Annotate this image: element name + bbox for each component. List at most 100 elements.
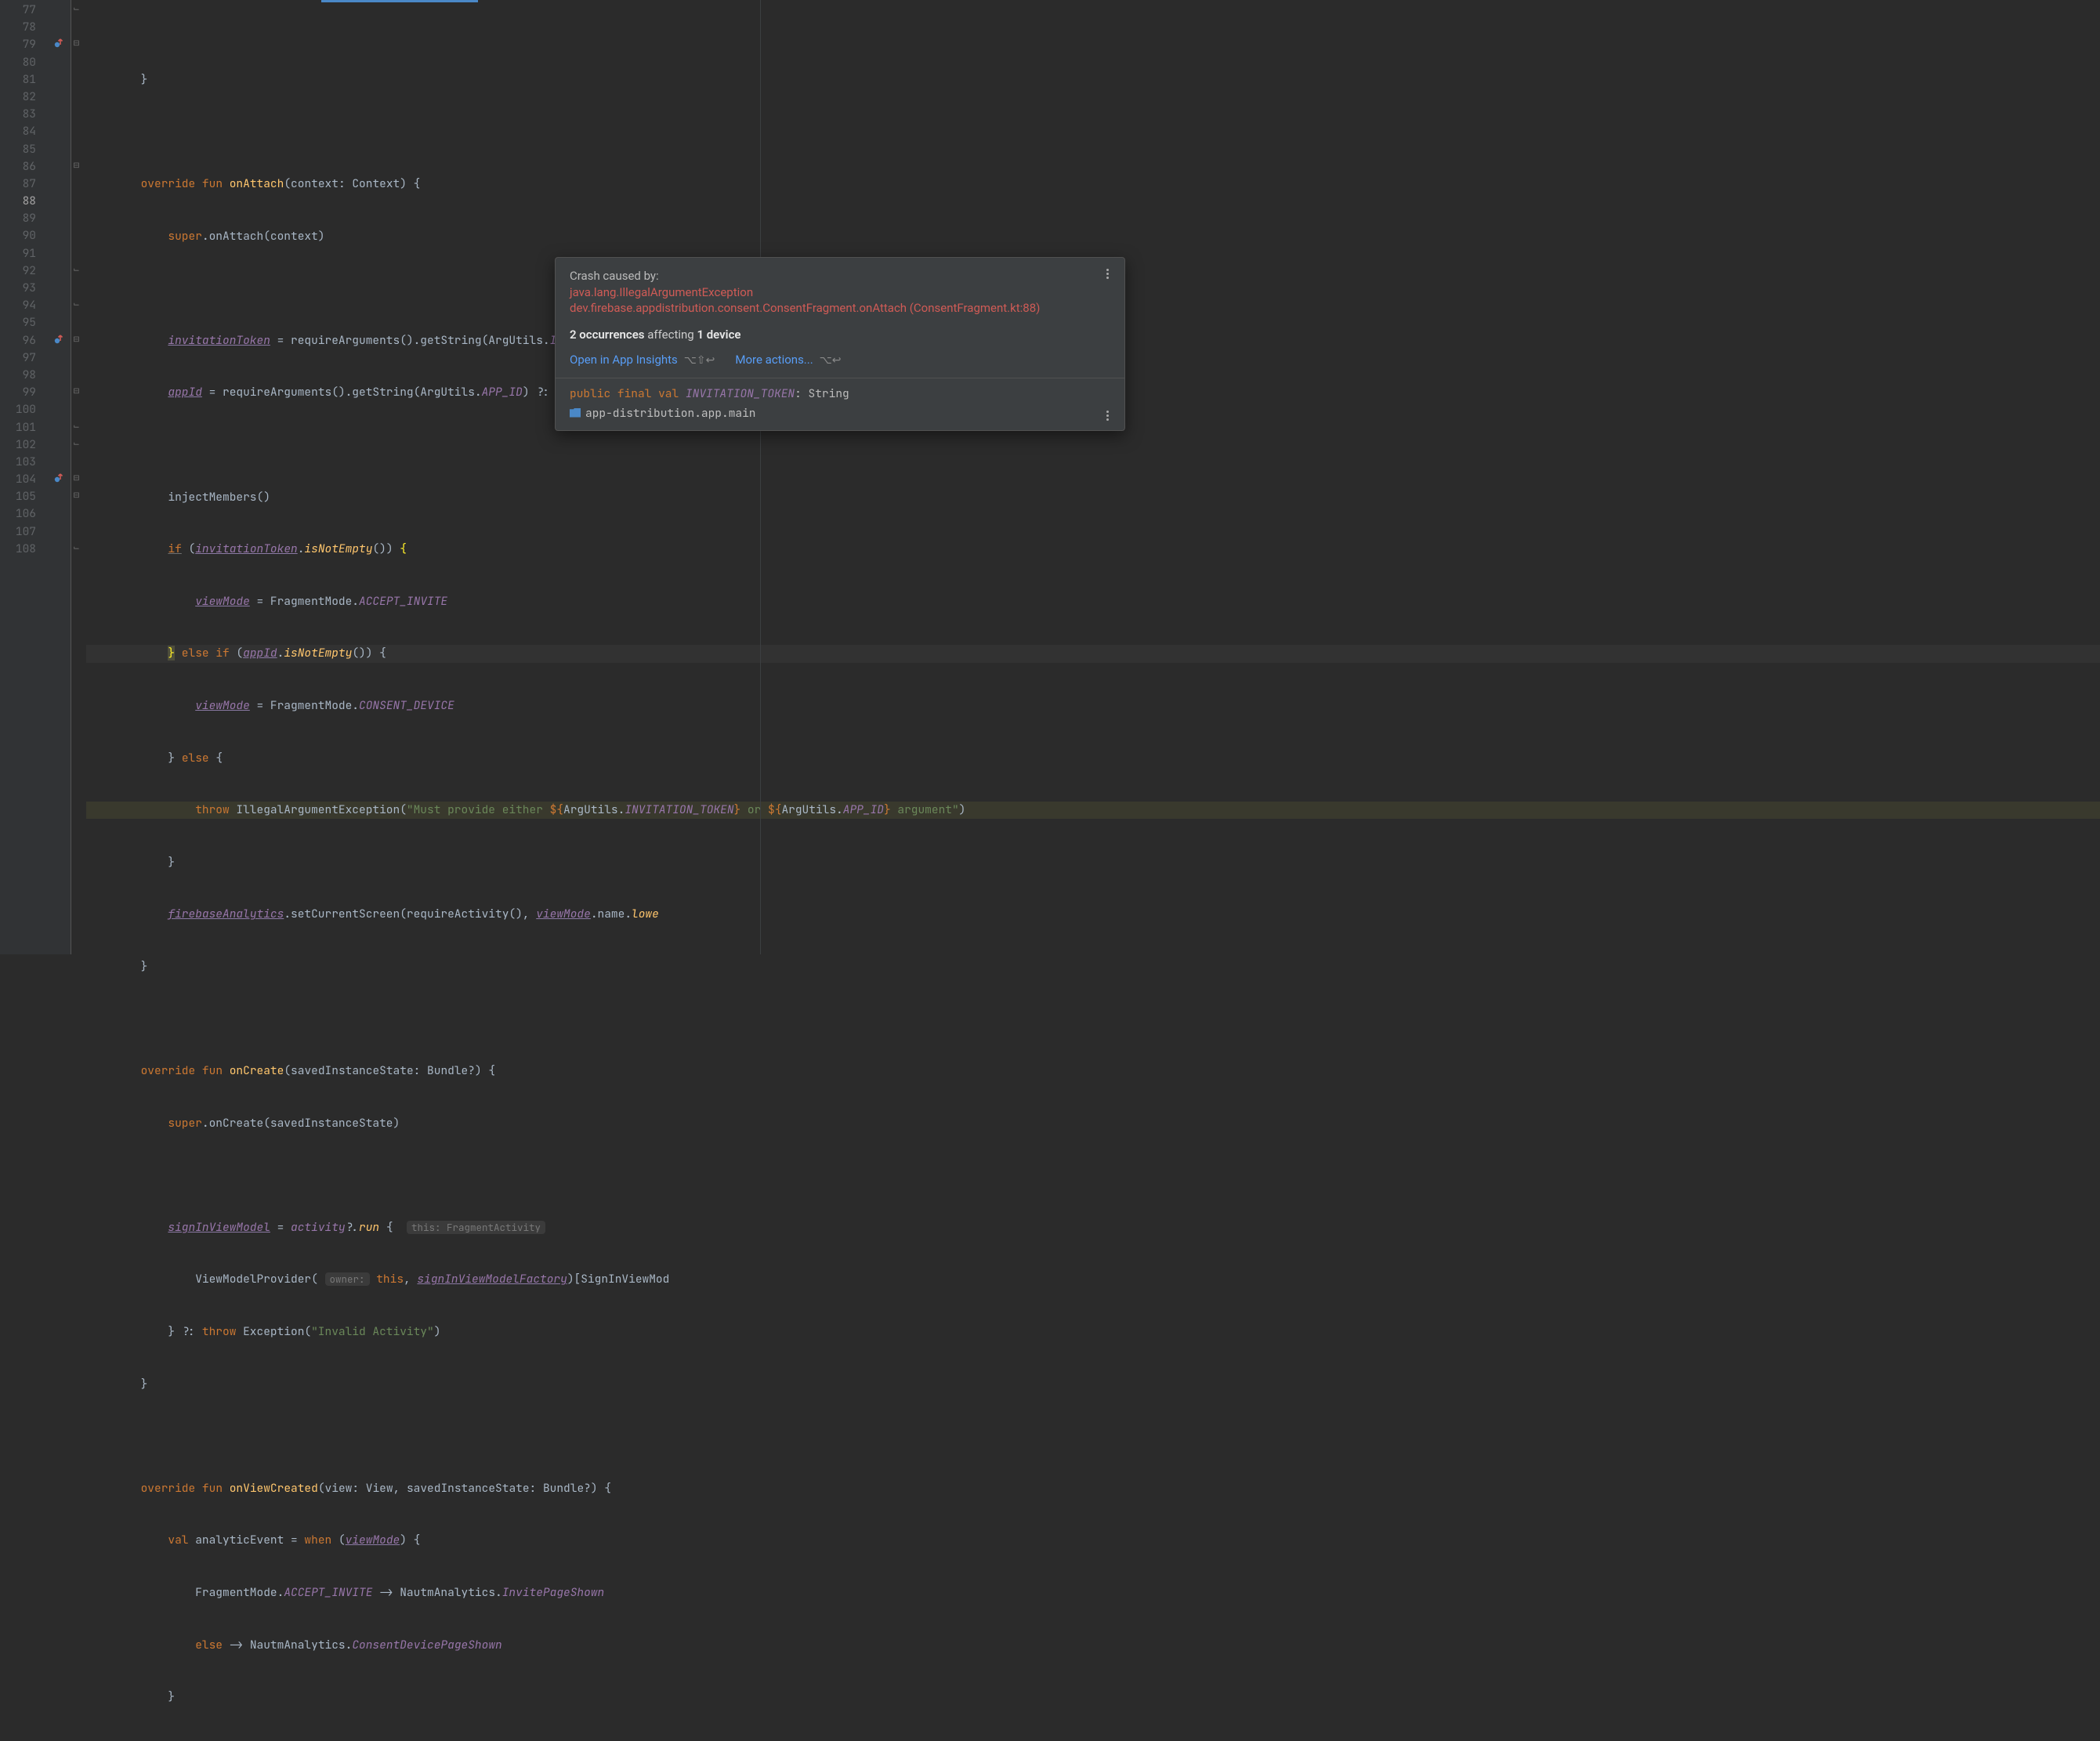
- right-margin-guide: [760, 0, 761, 954]
- line-number-gutter[interactable]: 7778798081828384858687888990919293949596…: [0, 0, 47, 954]
- declaration: public final val INVITATION_TOKEN: Strin…: [570, 386, 1110, 401]
- gutter-spacer: [47, 313, 71, 330]
- code-line: super.onCreate(savedInstanceState): [86, 1115, 2100, 1132]
- more-options-icon[interactable]: [1099, 408, 1115, 424]
- gutter-spacer: [47, 244, 71, 261]
- gutter-spacer: [47, 121, 71, 139]
- code-line: injectMembers(): [86, 489, 2100, 506]
- gutter-spacer: [47, 539, 71, 556]
- fold-column[interactable]: ⌙⊟⊟⌙⌙⊟⊟⌙⌙⊟⊟⌙: [71, 0, 81, 954]
- fold-toggle-icon[interactable]: ⊟: [71, 331, 81, 348]
- line-number[interactable]: 99: [0, 384, 47, 401]
- line-number[interactable]: 82: [0, 89, 47, 106]
- line-number[interactable]: 83: [0, 106, 47, 123]
- code-line: ViewModelProvider( owner: this, signInVi…: [86, 1271, 2100, 1288]
- fold-spacer: [71, 522, 81, 539]
- code-line: } ?: throw Exception("Invalid Activity"): [86, 1323, 2100, 1341]
- fold-spacer: [71, 17, 81, 34]
- gutter-spacer: [47, 348, 71, 365]
- gutter-spacer: [47, 400, 71, 417]
- line-number[interactable]: 108: [0, 541, 47, 558]
- code-line: override fun onAttach(context: Context) …: [86, 176, 2100, 193]
- line-number[interactable]: 79: [0, 36, 47, 53]
- line-number[interactable]: 100: [0, 401, 47, 418]
- fold-end-icon: ⌙: [71, 0, 81, 17]
- crash-exception: java.lang.IllegalArgumentException: [570, 284, 1110, 300]
- line-number[interactable]: 89: [0, 210, 47, 227]
- fold-toggle-icon[interactable]: ⊟: [71, 34, 81, 52]
- line-number[interactable]: 77: [0, 2, 47, 19]
- gutter-spacer: [47, 382, 71, 400]
- line-number[interactable]: 88: [0, 193, 47, 210]
- line-number[interactable]: 98: [0, 367, 47, 384]
- gutter-spacer: [47, 17, 71, 34]
- line-number[interactable]: 103: [0, 454, 47, 471]
- gutter-spacer: [47, 191, 71, 208]
- line-number[interactable]: 84: [0, 123, 47, 140]
- gutter-spacer: [47, 70, 71, 87]
- line-number[interactable]: 96: [0, 332, 47, 349]
- fold-spacer: [71, 174, 81, 191]
- line-number[interactable]: 80: [0, 54, 47, 71]
- gutter-spacer: [47, 522, 71, 539]
- line-number[interactable]: 104: [0, 471, 47, 488]
- line-number[interactable]: 81: [0, 71, 47, 89]
- more-options-icon[interactable]: [1099, 266, 1115, 281]
- fold-spacer: [71, 104, 81, 121]
- override-gutter-icon[interactable]: [47, 34, 71, 52]
- fold-end-icon: ⌙: [71, 295, 81, 313]
- code-line: override fun onViewCreated(view: View, s…: [86, 1480, 2100, 1497]
- code-line: viewMode = FragmentMode.CONSENT_DEVICE: [86, 697, 2100, 715]
- override-gutter-icon[interactable]: [47, 469, 71, 487]
- line-number[interactable]: 92: [0, 262, 47, 280]
- override-gutter-icon[interactable]: [47, 331, 71, 348]
- code-line: viewMode = FragmentMode.ACCEPT_INVITE: [86, 593, 2100, 610]
- line-number[interactable]: 94: [0, 297, 47, 314]
- fold-spacer: [71, 313, 81, 330]
- line-number[interactable]: 106: [0, 505, 47, 523]
- code-line: [86, 1428, 2100, 1445]
- line-number[interactable]: 95: [0, 314, 47, 331]
- line-number[interactable]: 78: [0, 19, 47, 36]
- line-number[interactable]: 91: [0, 245, 47, 262]
- line-number[interactable]: 102: [0, 436, 47, 454]
- line-number[interactable]: 97: [0, 349, 47, 367]
- line-number[interactable]: 85: [0, 141, 47, 158]
- fold-spacer: [71, 70, 81, 87]
- line-number[interactable]: 86: [0, 158, 47, 176]
- fold-spacer: [71, 121, 81, 139]
- param-hint: owner:: [325, 1272, 370, 1286]
- fold-spacer: [71, 191, 81, 208]
- fold-toggle-icon[interactable]: ⊟: [71, 382, 81, 400]
- gutter-icons[interactable]: [47, 0, 71, 954]
- code-editor[interactable]: 7778798081828384858687888990919293949596…: [0, 0, 2100, 954]
- gutter-spacer: [47, 435, 71, 452]
- fold-toggle-icon[interactable]: ⊟: [71, 157, 81, 174]
- line-number[interactable]: 93: [0, 280, 47, 297]
- gutter-spacer: [47, 418, 71, 435]
- fold-toggle-icon[interactable]: ⊟: [71, 487, 81, 504]
- crash-title: Crash caused by:: [570, 269, 1110, 283]
- line-number[interactable]: 90: [0, 227, 47, 244]
- code-line: signInViewModel = activity?.run { this: …: [86, 1219, 2100, 1236]
- line-number[interactable]: 87: [0, 176, 47, 193]
- line-number[interactable]: 105: [0, 488, 47, 505]
- fold-toggle-icon[interactable]: ⊟: [71, 469, 81, 487]
- fold-spacer: [71, 348, 81, 365]
- code-area[interactable]: } override fun onAttach(context: Context…: [81, 0, 2100, 954]
- occurrence-summary: 2 occurrences affecting 1 device: [570, 328, 1110, 342]
- code-line: }: [86, 1376, 2100, 1393]
- more-actions-link[interactable]: More actions...: [735, 353, 813, 367]
- fold-spacer: [71, 52, 81, 70]
- fold-spacer: [71, 139, 81, 157]
- fold-end-icon: ⌙: [71, 261, 81, 278]
- gutter-spacer: [47, 0, 71, 17]
- gutter-spacer: [47, 174, 71, 191]
- line-number[interactable]: 101: [0, 419, 47, 436]
- gutter-spacer: [47, 452, 71, 469]
- code-line-highlight: throw IllegalArgumentException("Must pro…: [86, 802, 2100, 819]
- line-number[interactable]: 107: [0, 523, 47, 541]
- code-line: [86, 1167, 2100, 1184]
- code-line: else -> NautmAnalytics.ConsentDevicePage…: [86, 1637, 2100, 1654]
- open-app-insights-link[interactable]: Open in App Insights: [570, 353, 678, 367]
